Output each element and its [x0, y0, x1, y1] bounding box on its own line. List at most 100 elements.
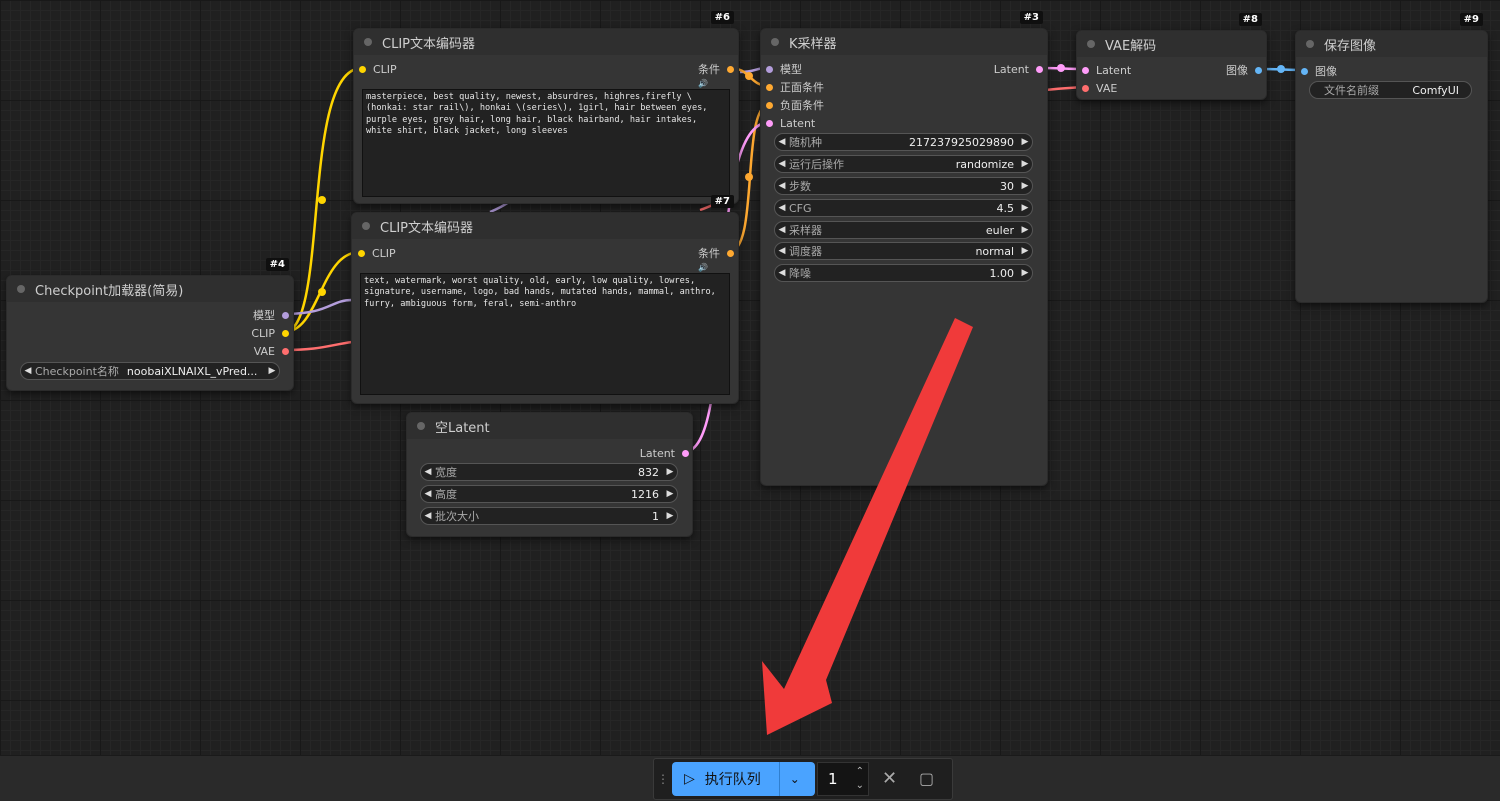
save-image-node[interactable]: #9 保存图像 图像 文件名前缀 ComfyUI [1295, 13, 1488, 303]
node-header[interactable]: CLIP文本编码器 [352, 213, 738, 239]
output-slot-vae[interactable]: VAE [254, 343, 289, 359]
increment-arrow-icon[interactable]: ▶ [1018, 225, 1032, 235]
increment-arrow-icon[interactable]: ▶ [1018, 159, 1032, 169]
decrement-arrow-icon[interactable]: ◀ [775, 203, 789, 213]
slot-label: 图像 [1226, 64, 1248, 77]
collapse-dot-icon[interactable] [771, 38, 779, 46]
increment-arrow-icon[interactable]: ▶ [1018, 203, 1032, 213]
control-after-generate-widget[interactable]: ◀ 运行后操作 randomize ▶ [774, 155, 1033, 173]
collapse-dot-icon[interactable] [1087, 40, 1095, 48]
queue-run-button[interactable]: ▷ 执行队列 ⌄ [672, 762, 815, 796]
input-slot-positive[interactable]: 正面条件 [766, 79, 824, 95]
stepper-arrows-icon[interactable]: ⌃ ⌄ [856, 765, 864, 793]
widget-label: 宽度 [435, 466, 457, 479]
increment-arrow-icon[interactable]: ▶ [1018, 137, 1032, 147]
scheduler-widget[interactable]: ◀ 调度器 normal ▶ [774, 242, 1033, 260]
stop-square-icon[interactable]: ▢ [919, 769, 934, 788]
decrement-arrow-icon[interactable]: ◀ [421, 489, 435, 499]
denoise-widget[interactable]: ◀ 降噪 1.00 ▶ [774, 264, 1033, 282]
slot-label: 负面条件 [780, 99, 824, 112]
collapse-dot-icon[interactable] [362, 222, 370, 230]
widget-value: normal [975, 244, 1014, 258]
node-header[interactable]: 保存图像 [1296, 31, 1487, 57]
widget-value: noobaiXLNAIXL_vPred... [126, 364, 258, 378]
output-slot-conditioning[interactable]: 条件 [698, 245, 734, 261]
decrement-arrow-icon[interactable]: ◀ [21, 366, 35, 376]
input-slot-image[interactable]: 图像 [1301, 63, 1337, 79]
input-slot-clip[interactable]: CLIP [358, 245, 396, 261]
wire-midpoint [745, 173, 753, 181]
collapse-dot-icon[interactable] [1306, 40, 1314, 48]
node-title: 空Latent [435, 420, 490, 436]
output-slot-latent[interactable]: Latent [994, 61, 1043, 77]
filename-prefix-widget[interactable]: 文件名前缀 ComfyUI [1309, 81, 1472, 99]
checkpoint-loader-node[interactable]: #4 Checkpoint加载器(简易) 模型 CLIP VAE ◀ Check… [6, 258, 294, 391]
ksampler-node[interactable]: #3 K采样器 模型 正面条件 负面条件 Latent Latent ◀ 随机种… [760, 11, 1048, 486]
increment-arrow-icon[interactable]: ▶ [663, 511, 677, 521]
node-header[interactable]: Checkpoint加载器(简易) [7, 276, 293, 302]
widget-label: 调度器 [789, 245, 822, 258]
increment-arrow-icon[interactable]: ▶ [265, 366, 279, 376]
node-header[interactable]: VAE解码 [1077, 31, 1266, 57]
cfg-widget[interactable]: ◀ CFG 4.5 ▶ [774, 199, 1033, 217]
decrement-arrow-icon[interactable]: ◀ [775, 159, 789, 169]
input-slot-clip[interactable]: CLIP [359, 61, 397, 77]
output-slot-latent[interactable]: Latent [640, 445, 689, 461]
widget-value: 832 [638, 465, 659, 479]
node-header[interactable]: 空Latent [407, 413, 692, 439]
sampler-widget[interactable]: ◀ 采样器 euler ▶ [774, 221, 1033, 239]
node-header[interactable]: K采样器 [761, 29, 1047, 55]
increment-arrow-icon[interactable]: ▶ [663, 489, 677, 499]
node-id-badge: #8 [1238, 13, 1262, 26]
wire-midpoint [1277, 65, 1285, 73]
collapse-dot-icon[interactable] [17, 285, 25, 293]
vae-decode-node[interactable]: #8 VAE解码 Latent VAE 图像 [1076, 13, 1267, 100]
decrement-arrow-icon[interactable]: ◀ [421, 467, 435, 477]
clip-text-encode-positive-node[interactable]: #6 CLIP文本编码器 CLIP 条件 🔊 masterpiece, best… [353, 11, 739, 204]
decrement-arrow-icon[interactable]: ◀ [775, 246, 789, 256]
node-header[interactable]: CLIP文本编码器 [354, 29, 738, 55]
close-icon[interactable]: ✕ [882, 768, 897, 789]
batch-count-input[interactable]: 1 ⌃ ⌄ [817, 762, 869, 796]
increment-arrow-icon[interactable]: ▶ [1018, 181, 1032, 191]
seed-widget[interactable]: ◀ 随机种 217237925029890 ▶ [774, 133, 1033, 151]
widget-label: Checkpoint名称 [35, 365, 119, 378]
increment-arrow-icon[interactable]: ▶ [1018, 246, 1032, 256]
clip-text-encode-negative-node[interactable]: #7 CLIP文本编码器 CLIP 条件 🔊 text, watermark, … [351, 195, 739, 404]
output-slot-image[interactable]: 图像 [1226, 62, 1262, 78]
batch-count-value: 1 [828, 770, 838, 788]
prompt-textarea[interactable]: masterpiece, best quality, newest, absur… [362, 89, 730, 197]
input-slot-vae[interactable]: VAE [1082, 80, 1117, 96]
increment-arrow-icon[interactable]: ▶ [1018, 268, 1032, 278]
decrement-arrow-icon[interactable]: ◀ [421, 511, 435, 521]
decrement-arrow-icon[interactable]: ◀ [775, 137, 789, 147]
output-slot-conditioning[interactable]: 条件 [698, 61, 734, 77]
output-slot-clip[interactable]: CLIP [251, 325, 289, 341]
prompt-textarea[interactable]: text, watermark, worst quality, old, ear… [360, 273, 730, 395]
steps-widget[interactable]: ◀ 步数 30 ▶ [774, 177, 1033, 195]
increment-arrow-icon[interactable]: ▶ [663, 467, 677, 477]
decrement-arrow-icon[interactable]: ◀ [775, 268, 789, 278]
slot-label: VAE [253, 344, 275, 358]
input-slot-model[interactable]: 模型 [766, 61, 802, 77]
wire-layer [283, 64, 1305, 454]
chevron-down-icon[interactable]: ⌄ [780, 772, 810, 786]
drag-handle-icon[interactable]: ⋮ [657, 772, 669, 786]
checkpoint-name-combo[interactable]: ◀ Checkpoint名称 noobaiXLNAIXL_vPred... ▶ [20, 362, 280, 380]
input-slot-latent[interactable]: Latent [766, 115, 815, 131]
wire-midpoint [318, 288, 326, 296]
decrement-arrow-icon[interactable]: ◀ [775, 181, 789, 191]
decrement-arrow-icon[interactable]: ◀ [775, 225, 789, 235]
height-widget[interactable]: ◀ 高度 1216 ▶ [420, 485, 678, 503]
collapse-dot-icon[interactable] [417, 422, 425, 430]
slot-label: 图像 [1315, 65, 1337, 78]
collapse-dot-icon[interactable] [364, 38, 372, 46]
input-slot-negative[interactable]: 负面条件 [766, 97, 824, 113]
annotation-arrow-icon [762, 318, 973, 735]
output-slot-model[interactable]: 模型 [253, 307, 289, 323]
width-widget[interactable]: ◀ 宽度 832 ▶ [420, 463, 678, 481]
empty-latent-node[interactable]: 空Latent Latent ◀ 宽度 832 ▶ ◀ 高度 1216 ▶ ◀ … [406, 412, 693, 537]
batch-size-widget[interactable]: ◀ 批次大小 1 ▶ [420, 507, 678, 525]
input-slot-latent[interactable]: Latent [1082, 62, 1131, 78]
widget-label: 批次大小 [435, 510, 479, 523]
